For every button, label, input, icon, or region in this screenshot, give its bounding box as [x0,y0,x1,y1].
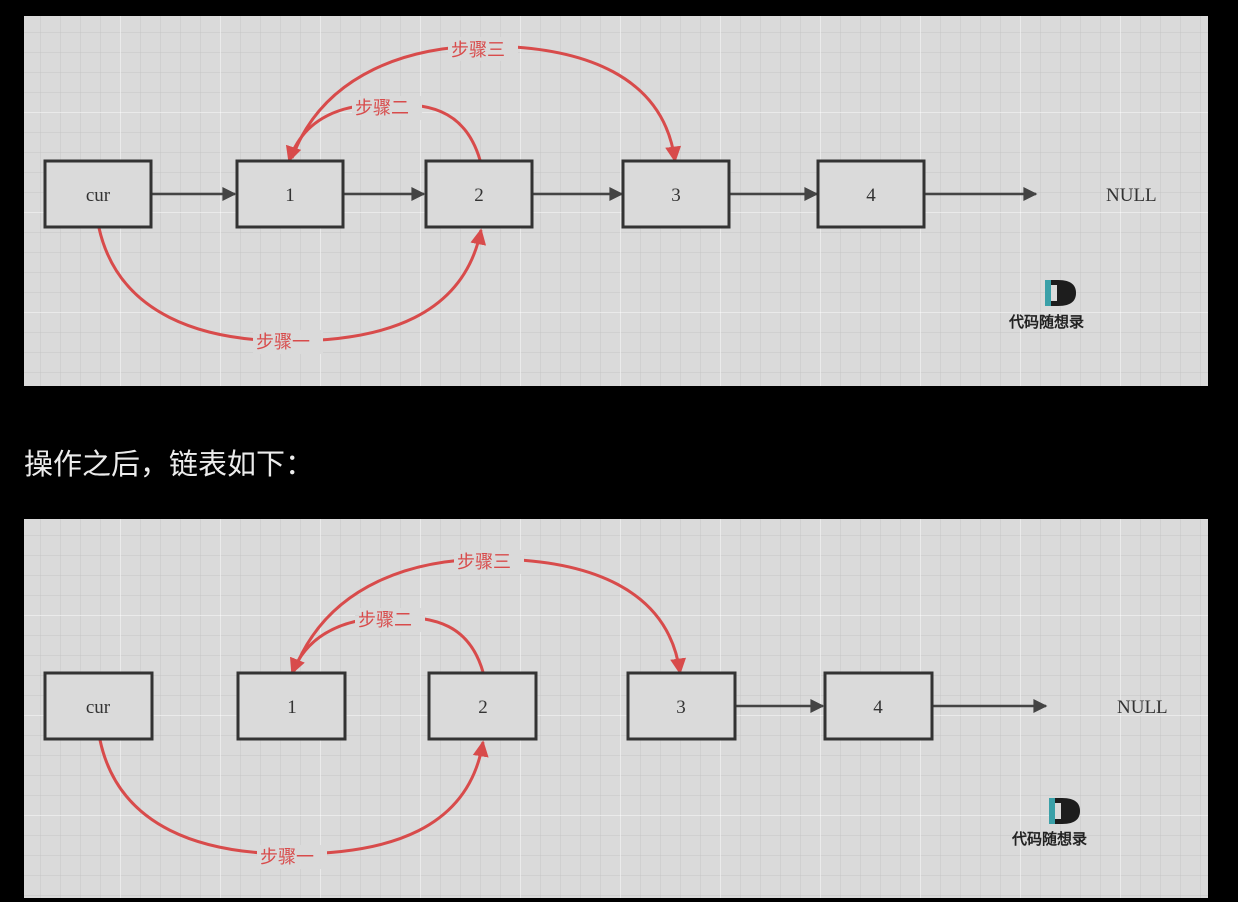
node-3-label: 3 [671,185,681,206]
diagram-before: 步骤一 步骤二 步骤三 cur 1 2 3 4 NULL 代码随想录 [24,16,1208,386]
diagram-after: 步骤一 步骤二 步骤三 cur 1 2 3 4 NULL 代码随想录 [24,519,1208,898]
step3-label: 步骤三 [451,40,505,61]
node-2-label: 2 [474,185,484,206]
diagram-after-canvas: 步骤一 步骤二 步骤三 cur 1 2 3 4 NULL 代码随想录 [43,550,1168,869]
node-3: 3 [621,159,731,229]
arc-step1 [98,739,489,856]
node-cur: cur [43,671,154,741]
logo-text: 代码随想录 [1008,313,1084,331]
step2-label: 步骤二 [358,610,412,631]
node-3-label: 3 [676,697,686,718]
step1-label: 步骤一 [260,847,314,868]
step3-label: 步骤三 [457,552,511,573]
node-2: 2 [424,159,534,229]
node-2: 2 [427,671,538,741]
node-1-label: 1 [285,185,295,206]
caption-text: 操作之后，链表如下： [24,447,315,481]
node-4: 4 [816,159,926,229]
node-cur-label: cur [86,697,111,718]
node-2-label: 2 [478,697,488,718]
node-4: 4 [823,671,934,741]
node-3: 3 [626,671,737,741]
arc-step3 [292,557,687,675]
step1-label: 步骤一 [256,332,310,353]
diagram-before-canvas: 步骤一 步骤二 步骤三 cur 1 2 3 4 NULL 代码随想录 [43,37,1157,354]
arc-step1 [97,227,487,343]
node-4-label: 4 [873,697,883,718]
node-1-label: 1 [287,697,297,718]
null-label: NULL [1106,185,1157,206]
arc-step3 [290,44,682,163]
node-4-label: 4 [866,185,876,206]
logo-d-icon [1045,280,1076,306]
step2-label: 步骤二 [355,98,409,119]
node-1: 1 [236,671,347,741]
node-cur-label: cur [86,185,111,206]
null-label: NULL [1117,697,1168,718]
logo-text: 代码随想录 [1011,830,1087,848]
logo-d-icon [1049,798,1080,824]
node-1: 1 [235,159,345,229]
node-cur: cur [43,159,153,229]
